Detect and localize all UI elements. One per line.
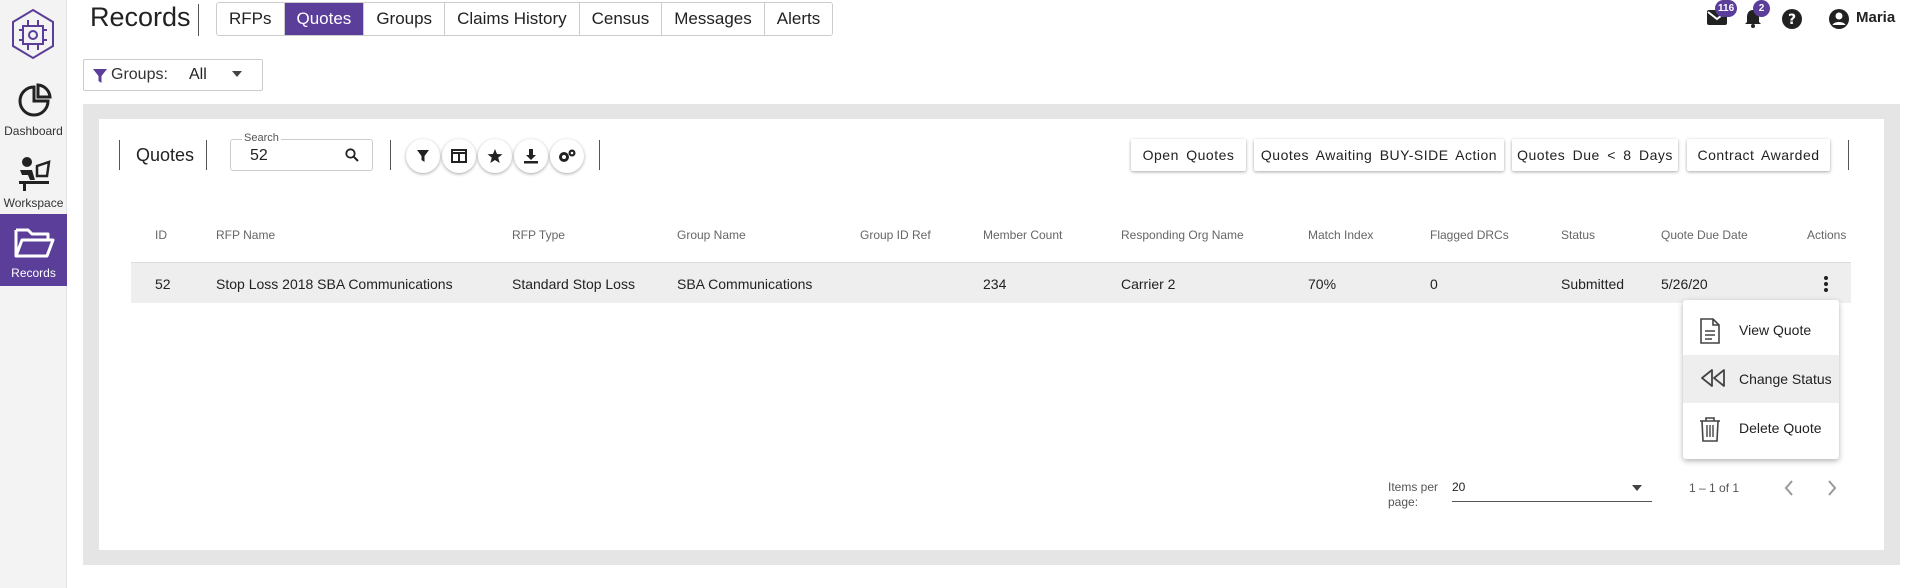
column-header-status[interactable]: Status [1561,228,1595,242]
page-size-value: 20 [1452,480,1466,494]
search-label: Search [242,132,281,144]
tab-rfps[interactable]: RFPs [217,3,285,35]
tab-alerts[interactable]: Alerts [764,3,833,35]
tab-census[interactable]: Census [579,3,663,35]
cell-id: 52 [155,276,171,292]
favorites-button[interactable] [478,139,512,173]
column-header-group-name[interactable]: Group Name [677,228,746,242]
desk-worker-icon [18,157,51,191]
records-tabs: RFPs Quotes Groups Claims History Census… [216,2,834,36]
cell-member-count: 234 [983,276,1007,292]
download-icon [524,149,538,164]
cell-responding-org: Carrier 2 [1121,276,1176,292]
help-icon: ? [1782,9,1802,29]
groups-filter-label: Groups: [111,66,168,83]
filter-icon [417,150,429,162]
app-logo-icon[interactable] [5,6,61,62]
more-vert-icon[interactable] [1823,275,1829,293]
groups-filter-value: All [189,66,207,83]
actions-menu: View Quote Change Status Delete Quote [1683,300,1839,459]
contract-awarded-button[interactable]: Contract Awarded [1687,139,1830,171]
search-value[interactable]: 52 [250,147,268,165]
document-icon [1700,318,1720,344]
tab-groups[interactable]: Groups [364,3,446,35]
column-header-actions: Actions [1807,228,1847,242]
column-header-responding-org[interactable]: Responding Org Name [1121,228,1244,242]
column-header-quote-due-date[interactable]: Quote Due Date [1661,228,1748,242]
menu-item-change-status[interactable]: Change Status [1683,355,1839,403]
quotes-awaiting-action-button[interactable]: Quotes Awaiting BUY-SIDE Action [1254,139,1504,171]
menu-item-view-quote[interactable]: View Quote [1683,306,1839,354]
help-button[interactable]: ? [1781,8,1803,35]
trash-icon [1700,417,1720,442]
cell-quote-due-date: 5/26/20 [1661,276,1708,292]
svg-text:?: ? [1788,12,1796,28]
column-header-rfp-type[interactable]: RFP Type [512,228,565,242]
nav-item-dashboard[interactable]: Dashboard [0,72,67,144]
cell-rfp-type: Standard Stop Loss [512,276,635,292]
menu-item-label: Change Status [1739,371,1832,387]
menu-item-label: Delete Quote [1739,420,1822,436]
folder-open-icon [14,228,54,258]
download-button[interactable] [514,139,548,173]
divider [599,140,600,170]
page-size-select[interactable]: 20 [1452,478,1652,502]
column-header-flagged-drcs[interactable]: Flagged DRCs [1430,228,1509,242]
divider [206,140,207,170]
columns-button[interactable] [442,139,476,173]
column-header-match-index[interactable]: Match Index [1308,228,1373,242]
cell-status: Submitted [1561,276,1625,292]
nav-label-dashboard: Dashboard [4,124,63,138]
nav-label-workspace: Workspace [3,196,64,210]
left-nav: Dashboard Workspace Records [0,0,67,588]
settings-icon [559,149,576,162]
mail-count-badge: 116 [1715,0,1738,17]
column-header-id[interactable]: ID [155,228,167,242]
tab-claims-history[interactable]: Claims History [445,3,580,35]
column-header-rfp-name[interactable]: RFP Name [216,228,275,242]
settings-button[interactable] [550,139,584,173]
columns-icon [451,149,467,163]
star-icon [487,149,503,163]
items-per-page-label: Items per page: [1388,480,1439,509]
next-page-icon[interactable] [1825,478,1839,498]
search-icon[interactable] [345,148,359,162]
page-range: 1 – 1 of 1 [1689,481,1740,495]
filter-button[interactable] [406,139,440,173]
divider [390,140,391,170]
chevron-down-icon [232,71,242,77]
nav-label-records: Records [11,266,56,280]
groups-filter-select[interactable]: Groups: All [83,59,263,91]
cell-rfp-name: Stop Loss 2018 SBA Communications [216,276,453,292]
rewind-icon [1701,369,1725,387]
user-menu-button[interactable] [1828,8,1850,35]
user-avatar-icon [1829,9,1849,29]
title-divider [198,4,199,36]
column-header-group-id-ref[interactable]: Group ID Ref [860,228,931,242]
previous-page-icon[interactable] [1782,478,1796,498]
menu-item-delete-quote[interactable]: Delete Quote [1683,404,1839,452]
open-quotes-button[interactable]: Open Quotes [1131,139,1246,171]
column-header-member-count[interactable]: Member Count [983,228,1062,242]
pie-chart-icon [18,83,52,117]
cell-flagged-drcs: 0 [1430,276,1438,292]
tab-messages[interactable]: Messages [662,3,765,35]
alert-count-badge: 2 [1753,0,1770,17]
menu-item-label: View Quote [1739,322,1812,338]
filter-icon [93,69,107,83]
section-title: Quotes [136,145,195,165]
quotes-due-soon-button[interactable]: Quotes Due < 8 Days [1512,139,1678,171]
chevron-down-icon [1632,485,1642,491]
tab-quotes[interactable]: Quotes [284,3,365,35]
alerts-button[interactable]: 2 [1743,0,1770,33]
user-name[interactable]: Maria [1856,9,1895,26]
nav-item-workspace[interactable]: Workspace [0,144,67,216]
nav-item-records[interactable]: Records [0,214,67,286]
cell-group-name: SBA Communications [677,276,813,292]
page-title: Records [90,2,191,32]
divider [119,140,120,170]
divider [1848,140,1849,170]
mail-button[interactable]: 116 [1706,0,1738,31]
cell-match-index: 70% [1308,276,1337,292]
